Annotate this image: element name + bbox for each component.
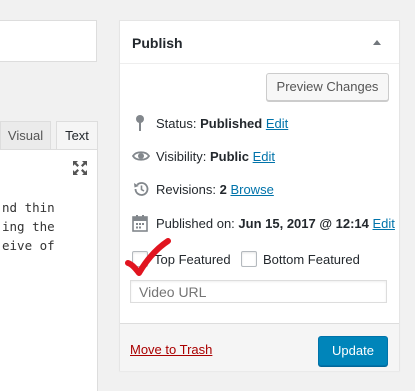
publish-actions: Move to Trash Update [120,323,399,371]
visibility-edit-link[interactable]: Edit [253,149,275,164]
video-url-input[interactable] [130,280,387,303]
status-value: Published [200,116,263,131]
collapse-arrow-icon[interactable] [373,40,381,45]
editor-line: nd thin [2,200,55,215]
preview-changes-button[interactable]: Preview Changes [266,73,389,101]
calendar-icon [132,215,148,232]
published-on-edit-link[interactable]: Edit [373,216,395,231]
publish-box: Publish Preview Changes Status: Publishe… [119,20,400,371]
history-icon [134,182,149,196]
pin-icon [136,115,144,131]
bottom-featured-checkbox[interactable] [241,251,257,267]
text-editor[interactable]: nd thin ing the eive of [0,186,98,391]
publish-box-header[interactable]: Publish [120,21,399,64]
eye-icon [132,151,150,161]
editor-line: eive of [2,238,55,253]
published-on-label: Published on: [156,216,235,231]
red-checkmark-annotation-icon [125,238,171,276]
editor-line: ing the [2,219,55,234]
editor-tabs: Visual Text [0,121,98,149]
visibility-value: Public [209,149,249,164]
status-label: Status: [156,116,197,131]
move-to-trash-link[interactable]: Move to Trash [130,342,212,357]
revisions-value: 2 [219,182,227,197]
fullscreen-icon[interactable] [72,160,88,176]
tab-visual[interactable]: Visual [0,121,51,149]
editor-toolbar [0,149,98,187]
publish-title: Publish [132,35,183,51]
bottom-featured-label: Bottom Featured [263,252,360,267]
update-button[interactable]: Update [318,336,388,366]
status-edit-link[interactable]: Edit [266,116,288,131]
post-title-input[interactable] [0,20,97,62]
revisions-label: Revisions: [156,182,216,197]
visibility-label: Visibility: [156,149,207,164]
revisions-browse-link[interactable]: Browse [230,182,273,197]
tab-text[interactable]: Text [56,121,98,149]
published-on-value: Jun 15, 2017 @ 12:14 [238,216,369,231]
